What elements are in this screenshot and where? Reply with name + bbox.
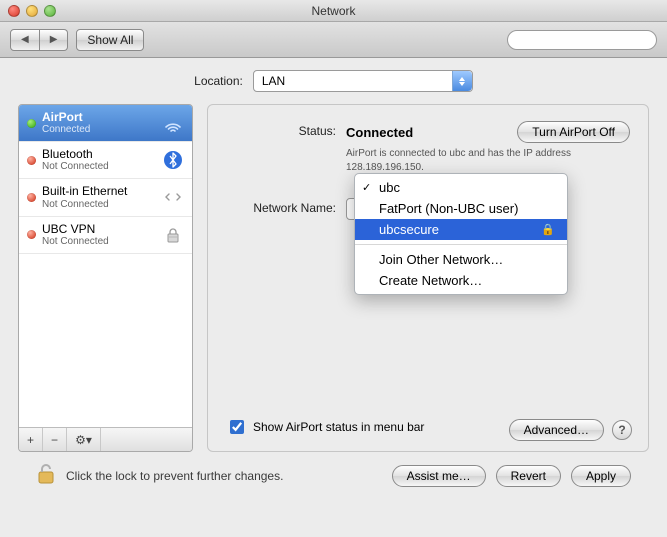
- join-other-network-item[interactable]: Join Other Network…: [355, 249, 567, 270]
- service-name: UBC VPN: [42, 223, 109, 236]
- content-area: Location: LAN AirPort Connected: [0, 58, 667, 499]
- show-status-checkbox-row: Show AirPort status in menu bar: [226, 417, 424, 437]
- network-option-ubc[interactable]: ✓ ubc: [355, 177, 567, 198]
- show-status-checkbox[interactable]: [230, 420, 244, 434]
- menu-separator: [355, 244, 567, 245]
- bluetooth-icon: [162, 149, 184, 171]
- revert-button[interactable]: Revert: [496, 465, 561, 487]
- service-detail-panel: Status: Connected Turn AirPort Off AirPo…: [207, 104, 649, 452]
- assist-me-button[interactable]: Assist me…: [392, 465, 486, 487]
- network-option-ubcsecure[interactable]: ubcsecure 🔒: [355, 219, 567, 240]
- add-service-button[interactable]: +: [19, 428, 43, 451]
- vpn-lock-icon: [162, 224, 184, 246]
- service-state: Not Connected: [42, 236, 109, 247]
- nav-segmented-control: ◀ ▶: [10, 29, 68, 51]
- lock-row: Click the lock to prevent further change…: [36, 462, 283, 489]
- menu-action-label: Join Other Network…: [379, 252, 503, 267]
- status-value: Connected: [346, 125, 413, 140]
- location-row: Location: LAN: [18, 70, 649, 92]
- lock-icon: 🔒: [541, 223, 555, 236]
- services-list: AirPort Connected Bluetooth Not Connecte…: [19, 105, 192, 427]
- status-row: Status: Connected Turn AirPort Off AirPo…: [226, 121, 630, 174]
- panes: AirPort Connected Bluetooth Not Connecte…: [18, 104, 649, 452]
- window-title: Network: [0, 4, 667, 18]
- service-state: Not Connected: [42, 199, 127, 210]
- forward-button[interactable]: ▶: [40, 29, 69, 51]
- unlock-icon[interactable]: [36, 462, 58, 489]
- status-dot-icon: [27, 230, 36, 239]
- status-dot-icon: [27, 156, 36, 165]
- airport-icon: [162, 112, 184, 134]
- location-value: LAN: [262, 74, 285, 88]
- service-name: Built-in Ethernet: [42, 185, 127, 198]
- create-network-item[interactable]: Create Network…: [355, 270, 567, 291]
- location-label: Location:: [194, 74, 243, 88]
- show-all-button[interactable]: Show All: [76, 29, 144, 51]
- service-item-vpn[interactable]: UBC VPN Not Connected: [19, 217, 192, 254]
- ethernet-icon: [162, 186, 184, 208]
- preferences-toolbar: ◀ ▶ Show All: [0, 22, 667, 58]
- network-option-label: ubcsecure: [379, 222, 439, 237]
- titlebar: Network: [0, 0, 667, 22]
- service-item-bluetooth[interactable]: Bluetooth Not Connected: [19, 142, 192, 179]
- show-status-label: Show AirPort status in menu bar: [253, 420, 424, 434]
- service-item-ethernet[interactable]: Built-in Ethernet Not Connected: [19, 179, 192, 216]
- services-sidebar: AirPort Connected Bluetooth Not Connecte…: [18, 104, 193, 452]
- network-name-label: Network Name:: [226, 198, 346, 215]
- status-dot-icon: [27, 193, 36, 202]
- check-icon: ✓: [362, 181, 371, 194]
- turn-airport-off-button[interactable]: Turn AirPort Off: [517, 121, 630, 143]
- status-label: Status:: [226, 121, 346, 138]
- chevron-right-icon: ▶: [50, 34, 58, 45]
- search-field[interactable]: [507, 30, 657, 50]
- window-footer: Click the lock to prevent further change…: [18, 452, 649, 489]
- popup-stepper-icon: [452, 71, 472, 91]
- advanced-button[interactable]: Advanced…: [509, 419, 604, 441]
- advanced-help-group: Advanced… ?: [509, 419, 632, 441]
- service-actions-button[interactable]: ⚙▾: [67, 428, 101, 451]
- network-option-fatport[interactable]: FatPort (Non-UBC user): [355, 198, 567, 219]
- service-state: Not Connected: [42, 161, 109, 172]
- search-input[interactable]: [518, 33, 664, 47]
- network-name-menu: ✓ ubc FatPort (Non-UBC user) ubcsecure 🔒…: [354, 173, 568, 295]
- service-name: Bluetooth: [42, 148, 109, 161]
- chevron-left-icon: ◀: [21, 34, 29, 45]
- service-name: AirPort: [42, 111, 90, 124]
- network-option-label: ubc: [379, 180, 400, 195]
- status-subinfo: AirPort is connected to ubc and has the …: [346, 147, 596, 174]
- services-footer: + − ⚙▾: [19, 427, 192, 451]
- menu-action-label: Create Network…: [379, 273, 482, 288]
- lock-text: Click the lock to prevent further change…: [66, 469, 283, 483]
- network-option-label: FatPort (Non-UBC user): [379, 201, 518, 216]
- remove-service-button[interactable]: −: [43, 428, 67, 451]
- location-popup[interactable]: LAN: [253, 70, 473, 92]
- service-item-airport[interactable]: AirPort Connected: [19, 105, 192, 142]
- back-button[interactable]: ◀: [10, 29, 40, 51]
- status-dot-icon: [27, 119, 36, 128]
- apply-button[interactable]: Apply: [571, 465, 631, 487]
- help-button[interactable]: ?: [612, 420, 632, 440]
- service-state: Connected: [42, 124, 90, 135]
